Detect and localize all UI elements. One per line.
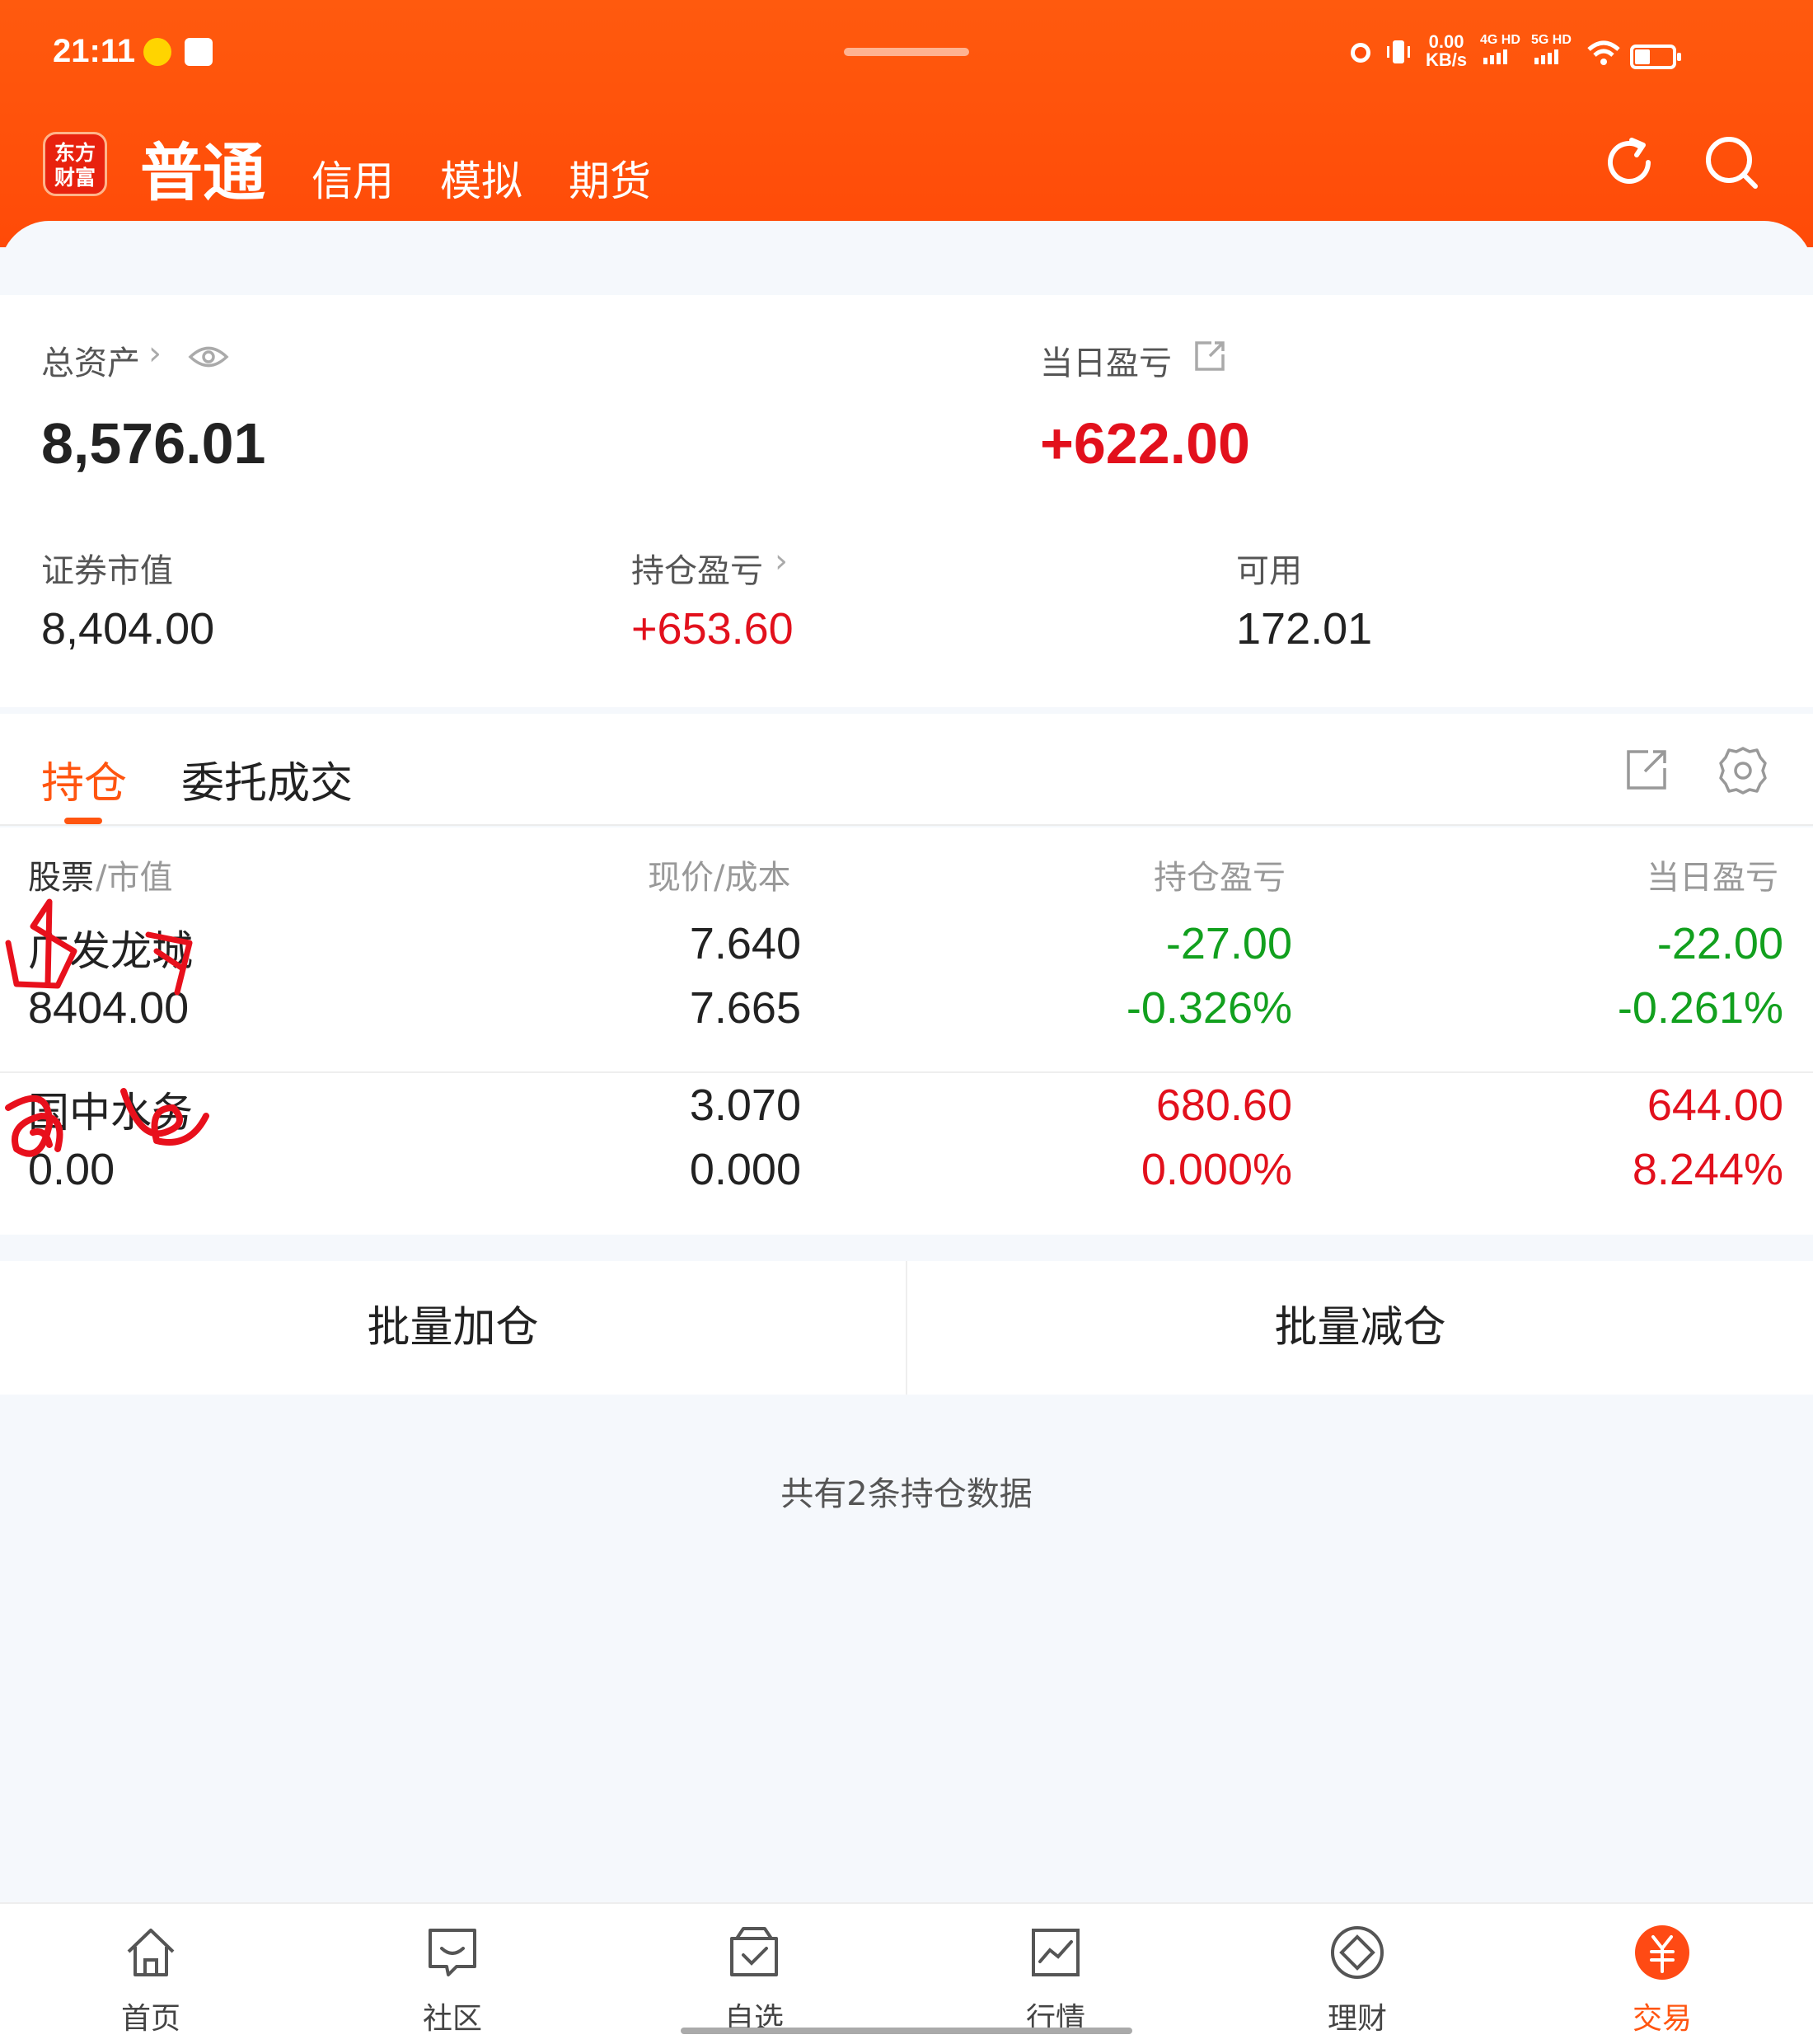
account-summary: 总资产 › 8,576.01 当日盈亏 +622.00 证券市值 8,404.0…	[0, 295, 1813, 707]
position-pl: 680.60	[1155, 1081, 1292, 1130]
available-label: 可用	[1236, 552, 1302, 590]
position-pl-pct: -0.326%	[1126, 983, 1292, 1033]
batch-reduce-button[interactable]: 批量减仓	[907, 1261, 1813, 1395]
chart-icon	[1032, 1929, 1080, 1976]
stock-cost: 0.000	[689, 1145, 801, 1194]
signal-bars-icon	[1483, 49, 1507, 64]
tab-positions[interactable]: 持仓	[41, 748, 127, 810]
position-pl: -27.00	[1165, 919, 1292, 968]
total-assets-label[interactable]: 总资产	[41, 336, 140, 384]
eye-icon[interactable]	[188, 343, 229, 371]
total-assets-value: 8,576.01	[41, 411, 266, 476]
export-icon[interactable]	[1623, 747, 1670, 793]
nav-trade[interactable]: 交易	[1511, 1904, 1813, 2044]
stock-cost: 7.665	[689, 983, 801, 1033]
settings-icon[interactable]	[1717, 745, 1768, 796]
position-pl-label[interactable]: 持仓盈亏	[631, 544, 763, 592]
stock-market-value: 0.00	[28, 1145, 115, 1194]
batch-add-button[interactable]: 批量加仓	[0, 1261, 906, 1395]
positions-tabs: 持仓 委托成交	[0, 714, 1813, 826]
watchlist-icon	[730, 1927, 778, 1976]
nav-home[interactable]: 首页	[0, 1904, 302, 2044]
nav-community[interactable]: 社区	[302, 1904, 603, 2044]
chat-icon	[429, 1929, 476, 1976]
app-logo: 东方 财富	[43, 132, 107, 196]
home-indicator[interactable]	[681, 2028, 1132, 2034]
daily-pl-pct: 8.244%	[1632, 1145, 1783, 1194]
status-drag-handle[interactable]	[844, 48, 969, 56]
market-value-label: 证券市值	[41, 552, 173, 590]
app-header: 21:11 0.00 KB/s 4G HD 5G HD 东方 财富 普通 信用 …	[0, 0, 1813, 247]
table-row[interactable]: 国中水务 0.00 3.070 0.000 680.60 0.000% 644.…	[0, 1073, 1813, 1235]
table-row[interactable]: 广发龙城 8404.00 7.640 7.665 -27.00 -0.326% …	[0, 910, 1813, 1071]
home-icon	[127, 1929, 175, 1976]
col-header-stock: 股票	[28, 859, 94, 897]
daily-pl-label: 当日盈亏	[1040, 345, 1172, 382]
search-icon[interactable]	[1701, 132, 1762, 193]
positions-count-note: 共有2条持仓数据	[780, 1475, 1033, 1513]
wifi-icon	[1587, 40, 1620, 65]
signal-4g: 4G HD	[1480, 33, 1520, 68]
position-pl-pct: 0.000%	[1141, 1145, 1292, 1194]
col-header-market-value: /市值	[96, 859, 173, 897]
stock-name: 广发龙城	[28, 927, 193, 975]
signal-bars-icon	[1534, 49, 1558, 64]
position-pl-value: +653.60	[631, 604, 794, 654]
finance-icon	[1331, 1926, 1384, 1979]
chevron-right-icon[interactable]: ›	[775, 542, 788, 580]
status-time: 21:11	[53, 33, 136, 69]
tab-normal[interactable]: 普通	[140, 122, 265, 213]
nav-finance[interactable]: 理财	[1206, 1904, 1508, 2044]
share-icon[interactable]	[1192, 338, 1228, 374]
signal-5g: 5G HD	[1531, 33, 1572, 68]
tab-futures[interactable]: 期货	[569, 148, 651, 208]
available-value: 172.01	[1236, 604, 1373, 654]
tab-simulation[interactable]: 模拟	[440, 148, 522, 208]
stock-price: 3.070	[689, 1081, 801, 1130]
stock-name: 国中水务	[28, 1089, 193, 1137]
tab-credit[interactable]: 信用	[312, 148, 394, 208]
bottom-nav: 首页 社区 自选 行情 理财 交易	[0, 1902, 1813, 2044]
sheet-top	[0, 221, 1813, 295]
positions-table: 股票 /市值 现价/成本 持仓盈亏 当日盈亏 广发龙城 8404.00 7.64…	[0, 827, 1813, 1235]
batch-actions: 批量加仓 批量减仓	[0, 1261, 1813, 1395]
nav-market[interactable]: 行情	[905, 1904, 1206, 2044]
message-notification-icon	[185, 38, 213, 66]
battery-icon	[1630, 45, 1681, 69]
stock-market-value: 8404.00	[28, 983, 190, 1033]
daily-pl: 644.00	[1647, 1081, 1783, 1130]
active-tab-indicator	[64, 818, 102, 824]
chevron-right-icon[interactable]: ›	[148, 335, 162, 373]
yuan-icon	[1635, 1925, 1689, 1980]
net-speed: 0.00 KB/s	[1426, 31, 1468, 70]
col-header-daily-pl[interactable]: 当日盈亏	[1647, 851, 1778, 898]
stock-price: 7.640	[689, 919, 801, 968]
daily-pl: -22.00	[1656, 919, 1783, 968]
alarm-icon	[1351, 43, 1370, 63]
col-header-price-cost: 现价/成本	[648, 859, 791, 897]
daily-pl-pct: -0.261%	[1617, 983, 1783, 1033]
col-header-position-pl[interactable]: 持仓盈亏	[1154, 851, 1286, 898]
notification-app-icon	[143, 38, 171, 66]
daily-pl-value: +622.00	[1040, 411, 1250, 476]
tab-orders[interactable]: 委托成交	[181, 748, 353, 810]
vibrate-icon	[1387, 40, 1410, 63]
refresh-icon[interactable]	[1599, 132, 1660, 193]
nav-watchlist[interactable]: 自选	[603, 1904, 905, 2044]
market-value-value: 8,404.00	[41, 604, 215, 654]
